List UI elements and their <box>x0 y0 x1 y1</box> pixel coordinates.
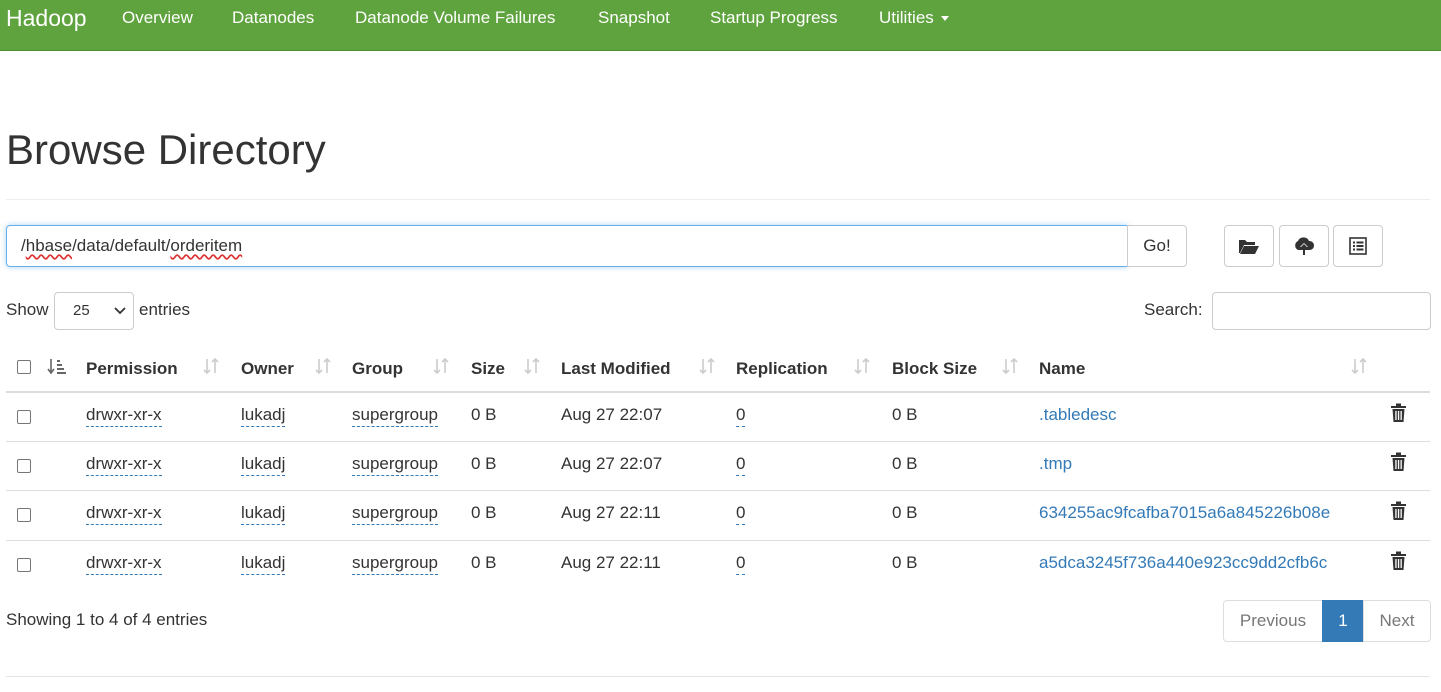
upload-button[interactable] <box>1279 225 1329 267</box>
sort-both-icon[interactable] <box>315 357 331 375</box>
column-header-owner[interactable]: Owner <box>241 359 294 379</box>
row-checkbox[interactable] <box>17 558 31 572</box>
owner-cell[interactable]: lukadj <box>241 454 286 476</box>
last-modified-cell: Aug 27 22:07 <box>561 405 663 424</box>
list-icon <box>1349 237 1367 255</box>
nav-datanode-volume-failures[interactable]: Datanode Volume Failures <box>355 9 555 27</box>
nav-snapshot[interactable]: Snapshot <box>598 9 670 27</box>
column-header-replication[interactable]: Replication <box>736 359 828 379</box>
sort-both-icon[interactable] <box>854 357 870 375</box>
next-page-button[interactable]: Next <box>1363 600 1431 642</box>
nav-utilities-label: Utilities <box>879 8 934 27</box>
last-modified-cell: Aug 27 22:11 <box>561 553 661 572</box>
page-1-button[interactable]: 1 <box>1322 600 1364 642</box>
column-header-block-size[interactable]: Block Size <box>892 359 977 379</box>
column-header-size[interactable]: Size <box>471 359 505 379</box>
name-link[interactable]: 634255ac9fcafba7015a6a845226b08e <box>1039 503 1330 523</box>
replication-cell[interactable]: 0 <box>736 503 746 525</box>
name-link[interactable]: .tmp <box>1039 454 1072 474</box>
row-divider <box>6 540 1430 541</box>
block-size-cell: 0 B <box>892 405 918 424</box>
permission-cell[interactable]: drwxr-xr-x <box>86 405 162 427</box>
owner-cell[interactable]: lukadj <box>241 405 286 427</box>
search-label: Search: <box>1144 300 1203 319</box>
nav-datanodes[interactable]: Datanodes <box>232 9 314 27</box>
row-checkbox[interactable] <box>17 410 31 424</box>
owner-cell[interactable]: lukadj <box>241 553 286 575</box>
permission-cell[interactable]: drwxr-xr-x <box>86 553 162 575</box>
row-divider <box>6 441 1430 442</box>
path-segment-orderitem: orderitem <box>170 236 243 255</box>
upload-icon <box>1295 237 1315 255</box>
sort-ascending-icon[interactable] <box>47 358 67 376</box>
nav-utilities-dropdown[interactable]: Utilities <box>879 9 949 27</box>
sort-both-icon[interactable] <box>203 357 219 375</box>
chevron-down-icon <box>114 307 126 315</box>
name-link[interactable]: a5dca3245f736a440e923cc9dd2cfb6c <box>1039 553 1327 573</box>
divider <box>6 199 1430 200</box>
trash-icon[interactable] <box>1390 551 1407 571</box>
caret-down-icon <box>940 16 949 22</box>
last-modified-cell: Aug 27 22:07 <box>561 454 663 473</box>
footer-divider <box>6 676 1430 677</box>
create-directory-button[interactable] <box>1224 225 1274 267</box>
sort-both-icon[interactable] <box>1002 357 1018 375</box>
table-info: Showing 1 to 4 of 4 entries <box>6 610 208 629</box>
trash-icon[interactable] <box>1390 403 1407 423</box>
page-length-select[interactable]: 25 <box>54 292 134 330</box>
group-cell[interactable]: supergroup <box>352 553 439 575</box>
trash-icon[interactable] <box>1390 501 1407 521</box>
entries-label: entries <box>139 300 191 319</box>
page-title: Browse Directory <box>6 126 326 173</box>
nav-overview[interactable]: Overview <box>122 9 193 27</box>
size-cell: 0 B <box>471 405 497 424</box>
sort-both-icon[interactable] <box>433 357 449 375</box>
column-header-last-modified[interactable]: Last Modified <box>561 359 671 379</box>
row-checkbox[interactable] <box>17 459 31 473</box>
group-cell[interactable]: supergroup <box>352 503 439 525</box>
directory-path-input[interactable]: /hbase/data/default/orderitem <box>6 225 1128 267</box>
column-header-group[interactable]: Group <box>352 359 403 379</box>
path-text: /hbase/data/default/orderitem <box>21 236 243 255</box>
path-segment-hbase: hbase <box>25 236 73 255</box>
last-modified-cell: Aug 27 22:11 <box>561 503 661 522</box>
top-navbar: Hadoop Overview Datanodes Datanode Volum… <box>0 0 1441 51</box>
select-all-checkbox[interactable] <box>17 360 31 374</box>
show-label: Show <box>6 300 49 319</box>
column-header-name[interactable]: Name <box>1039 359 1085 379</box>
replication-cell[interactable]: 0 <box>736 454 746 476</box>
folder-open-icon <box>1239 240 1259 254</box>
search-input[interactable] <box>1212 292 1431 330</box>
brand-logo[interactable]: Hadoop <box>6 6 87 30</box>
row-divider <box>6 490 1430 491</box>
block-size-cell: 0 B <box>892 553 918 572</box>
cut-paste-list-button[interactable] <box>1333 225 1383 267</box>
block-size-cell: 0 B <box>892 503 918 522</box>
nav-startup-progress[interactable]: Startup Progress <box>710 9 838 27</box>
sort-both-icon[interactable] <box>524 357 540 375</box>
page-length-value: 25 <box>73 302 90 319</box>
size-cell: 0 B <box>471 454 497 473</box>
table-header-divider <box>6 391 1430 393</box>
replication-cell[interactable]: 0 <box>736 553 746 575</box>
owner-cell[interactable]: lukadj <box>241 503 286 525</box>
name-link[interactable]: .tabledesc <box>1039 405 1117 425</box>
column-header-permission[interactable]: Permission <box>86 359 178 379</box>
sort-both-icon[interactable] <box>699 357 715 375</box>
permission-cell[interactable]: drwxr-xr-x <box>86 454 162 476</box>
size-cell: 0 B <box>471 553 497 572</box>
block-size-cell: 0 B <box>892 454 918 473</box>
replication-cell[interactable]: 0 <box>736 405 746 427</box>
group-cell[interactable]: supergroup <box>352 405 439 427</box>
group-cell[interactable]: supergroup <box>352 454 439 476</box>
size-cell: 0 B <box>471 503 497 522</box>
permission-cell[interactable]: drwxr-xr-x <box>86 503 162 525</box>
row-checkbox[interactable] <box>17 508 31 522</box>
sort-both-icon[interactable] <box>1351 357 1367 375</box>
trash-icon[interactable] <box>1390 452 1407 472</box>
go-button[interactable]: Go! <box>1127 225 1187 267</box>
previous-page-button[interactable]: Previous <box>1223 600 1323 642</box>
